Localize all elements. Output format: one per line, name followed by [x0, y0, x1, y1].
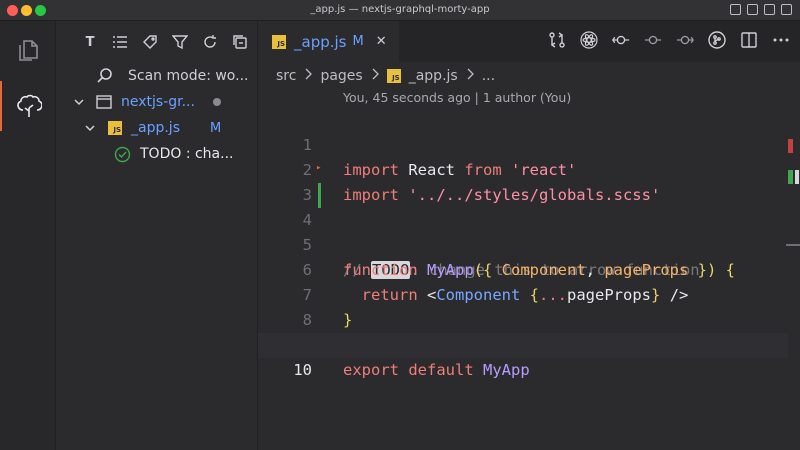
- title-bar: _app.js — nextjs-graphql-morty-app: [0, 0, 800, 21]
- todo-item-label: TODO : cha...: [140, 146, 234, 162]
- code-line: 7 }: [258, 258, 788, 329]
- toggle-sidebar-icon[interactable]: [730, 4, 741, 15]
- tab-bar: JS _app.js M ✕: [258, 21, 800, 62]
- code-line: 6 return <Component {...pageProps} />: [258, 233, 788, 304]
- js-file-icon: JS: [272, 34, 286, 49]
- code-line: 4 // TODO: change this to arrow function: [258, 183, 788, 279]
- split-editor-icon[interactable]: [740, 31, 758, 49]
- git-commit-icon[interactable]: [612, 31, 630, 49]
- list-icon[interactable]: [110, 32, 130, 52]
- chevron-down-icon: [85, 125, 95, 132]
- ruler-addition-mark: [788, 170, 793, 184]
- tag-icon[interactable]: [140, 32, 160, 52]
- line-number: 10: [293, 361, 312, 379]
- react-icon[interactable]: [580, 31, 598, 49]
- code-line: 1 import React from 'react': [258, 108, 788, 179]
- git-commit-icon[interactable]: [676, 31, 694, 49]
- chevron-right-icon: [466, 68, 474, 84]
- code-line: 8: [258, 283, 788, 329]
- scan-mode-label: Scan mode: wo...: [128, 68, 249, 84]
- code-line: 9 export default MyApp: [258, 308, 788, 379]
- window-icon: [96, 95, 112, 109]
- files-icon: [19, 40, 38, 61]
- code-line: 3 ▸: [258, 158, 788, 204]
- breadcrumb-more[interactable]: ...: [482, 68, 495, 84]
- compare-changes-icon[interactable]: [548, 31, 566, 49]
- folder-name: nextjs-gr...: [121, 94, 195, 110]
- toggle-panel-icon[interactable]: [747, 4, 758, 15]
- breadcrumb-pages[interactable]: pages: [320, 68, 362, 84]
- breadcrumb-file[interactable]: _app.js: [409, 68, 458, 84]
- explorer-activity[interactable]: [0, 25, 56, 75]
- folder-row[interactable]: nextjs-gr...: [56, 89, 258, 115]
- tab-label: _app.js: [294, 32, 347, 51]
- ruler-selection-mark: [795, 170, 799, 184]
- refresh-icon[interactable]: [200, 32, 220, 52]
- window-title: _app.js — nextjs-graphql-morty-app: [310, 4, 490, 15]
- tab-status: M: [352, 34, 364, 49]
- git-blame-annotation[interactable]: You, 45 seconds ago | 1 author (You): [343, 90, 571, 105]
- more-actions-icon[interactable]: [772, 31, 790, 49]
- tab-close-icon[interactable]: ✕: [376, 34, 387, 49]
- filter-icon[interactable]: [170, 32, 190, 52]
- search-icon: [97, 68, 112, 83]
- ruler-deletion-mark: [788, 139, 793, 153]
- js-file-icon: JS: [386, 69, 401, 83]
- scan-mode-row[interactable]: Scan mode: wo...: [56, 63, 258, 89]
- tree-text-icon[interactable]: T: [80, 32, 100, 52]
- file-status: M: [210, 120, 222, 136]
- deleted-line-marker-icon: ▸: [316, 163, 322, 173]
- git-commit-icon[interactable]: [644, 31, 662, 49]
- breadcrumb: src pages JS _app.js ...: [276, 65, 495, 87]
- editor-area: JS _app.js M ✕ src pages JS _app.js ... …: [258, 21, 800, 450]
- chevron-right-icon: [371, 68, 379, 84]
- code-line-current: 10: [258, 333, 788, 379]
- chevron-down-icon: [74, 99, 84, 106]
- sidebar-toolbar: T: [80, 32, 250, 52]
- todo-tree-sidebar: T Scan mode: wo... nextjs-gr... JS _app.…: [56, 21, 258, 450]
- code-line: 2 import '../../styles/globals.scss': [258, 133, 788, 204]
- check-circle-icon: [114, 146, 131, 162]
- activity-bar: [0, 21, 56, 450]
- code-line: 5 function MyApp({ Component, pageProps …: [258, 208, 788, 279]
- overview-ruler[interactable]: [786, 108, 800, 450]
- git-graph-icon[interactable]: [708, 31, 726, 49]
- breadcrumb-src[interactable]: src: [276, 68, 296, 84]
- todo-item-row[interactable]: TODO : cha...: [56, 141, 258, 167]
- modified-dot: [213, 98, 221, 106]
- ruler-cursor-mark: [786, 244, 800, 246]
- collapse-all-icon[interactable]: [230, 32, 250, 52]
- chevron-right-icon: [304, 68, 313, 84]
- editor-actions: [548, 31, 790, 49]
- todo-tree-activity[interactable]: [0, 81, 56, 131]
- toggle-secondary-sidebar-icon[interactable]: [764, 4, 775, 15]
- tree-icon: [17, 94, 42, 117]
- tab-app-js[interactable]: JS _app.js M ✕: [258, 21, 399, 62]
- file-row[interactable]: JS _app.js M: [56, 115, 258, 141]
- git-added-marker: [318, 183, 321, 208]
- js-file-icon: JS: [108, 121, 122, 135]
- customize-layout-icon[interactable]: [781, 4, 792, 15]
- file-name: _app.js: [131, 120, 180, 136]
